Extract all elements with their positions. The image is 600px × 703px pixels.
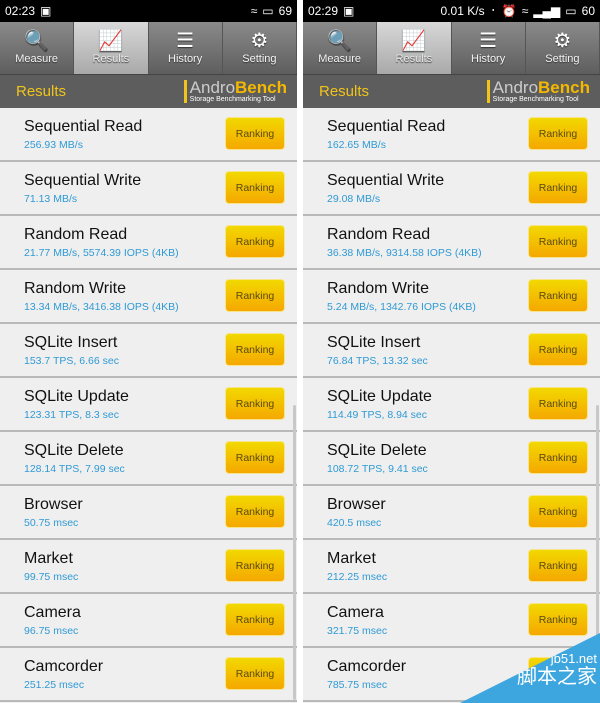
ranking-button[interactable]: Ranking	[528, 387, 588, 420]
tab-label: History	[168, 53, 203, 65]
page-title: Results	[16, 83, 67, 100]
tab-label: Results	[395, 53, 433, 65]
list-item: Sequential Read 162.65 MB/s Ranking	[303, 108, 600, 162]
tab-label: Setting	[545, 53, 580, 65]
list-item: Market 212.25 msec Ranking	[303, 540, 600, 594]
ranking-button[interactable]: Ranking	[528, 171, 588, 204]
ranking-button[interactable]: Ranking	[528, 549, 588, 582]
battery-icon: ▭	[262, 4, 274, 18]
tab-setting[interactable]: ⚙ Setting	[526, 22, 600, 74]
list-item: SQLite Insert 153.7 TPS, 6.66 sec Rankin…	[0, 324, 297, 378]
ranking-button[interactable]: Ranking	[528, 225, 588, 258]
ranking-button[interactable]: Ranking	[225, 225, 285, 258]
list-icon: ☰	[176, 30, 195, 52]
list-item: SQLite Update 114.49 TPS, 8.94 sec Ranki…	[303, 378, 600, 432]
results-header: Results AndroBench Storage Benchmarking T…	[303, 75, 600, 108]
list-item: Sequential Write 29.08 MB/s Ranking	[303, 162, 600, 216]
ranking-button[interactable]: Ranking	[528, 117, 588, 150]
list-icon: ☰	[479, 30, 498, 52]
ranking-button[interactable]: Ranking	[528, 495, 588, 528]
alarm-icon: ⏰	[501, 4, 517, 18]
ranking-button[interactable]: Ranking	[225, 441, 285, 474]
list-item: SQLite Delete 128.14 TPS, 7.99 sec Ranki…	[0, 432, 297, 486]
clock: 02:23	[5, 4, 36, 18]
ranking-button[interactable]: Ranking	[528, 333, 588, 366]
list-item: Market 99.75 msec Ranking	[0, 540, 297, 594]
status-bar: 02:29 ▣ 0.01 K/s ᛫ ⏰ ≈ ▂▄▆ ▭ 60	[303, 0, 600, 22]
ranking-button[interactable]: Ranking	[528, 441, 588, 474]
tab-measure[interactable]: 🔍 Measure	[303, 22, 378, 74]
androbench-logo: AndroBench Storage Benchmarking Tool	[183, 79, 287, 103]
tab-label: Measure	[318, 53, 362, 65]
tab-setting[interactable]: ⚙ Setting	[223, 22, 297, 74]
phone-screen-left: 02:23 ▣ ≈ ▭ 69 🔍 Measure 📈 Results ☰ History ⚙ Set…	[0, 0, 297, 703]
wifi-icon: ≈	[521, 4, 529, 18]
list-item: Sequential Read 256.93 MB/s Ranking	[0, 108, 297, 162]
signal-icon: ▂▄▆	[533, 4, 561, 18]
bluetooth-icon: ᛫	[489, 4, 497, 18]
tab-bar: 🔍 Measure 📈 Results ☰ History ⚙ Setting	[303, 22, 600, 75]
ranking-button[interactable]: Ranking	[225, 279, 285, 312]
tab-label: History	[471, 53, 506, 65]
results-header: Results AndroBench Storage Benchmarking T…	[0, 75, 297, 108]
tab-label: Results	[92, 53, 130, 65]
network-speed: 0.01 K/s	[440, 4, 485, 18]
results-list: Sequential Read 256.93 MB/s Ranking Sequ…	[0, 108, 297, 702]
list-item: Sequential Write 71.13 MB/s Ranking	[0, 162, 297, 216]
list-item: SQLite Insert 76.84 TPS, 13.32 sec Ranki…	[303, 324, 600, 378]
tab-results[interactable]: 📈 Results	[377, 22, 452, 74]
tab-measure[interactable]: 🔍 Measure	[0, 22, 75, 74]
list-item: Random Read 21.77 MB/s, 5574.39 IOPS (4K…	[0, 216, 297, 270]
chart-icon: 📈	[98, 30, 124, 52]
wifi-icon: ≈	[250, 4, 258, 18]
list-item: Browser 50.75 msec Ranking	[0, 486, 297, 540]
ranking-button[interactable]: Ranking	[225, 171, 285, 204]
list-item: SQLite Delete 108.72 TPS, 9.41 sec Ranki…	[303, 432, 600, 486]
androbench-logo: AndroBench Storage Benchmarking Tool	[486, 79, 590, 103]
tab-label: Measure	[15, 53, 59, 65]
list-item: Browser 420.5 msec Ranking	[303, 486, 600, 540]
chart-icon: 📈	[401, 30, 427, 52]
search-icon: 🔍	[24, 30, 50, 52]
list-item: Random Read 36.38 MB/s, 9314.58 IOPS (4K…	[303, 216, 600, 270]
ranking-button[interactable]: Ranking	[528, 279, 588, 312]
list-item: SQLite Update 123.31 TPS, 8.3 sec Rankin…	[0, 378, 297, 432]
battery-icon: ▭	[565, 4, 577, 18]
list-item: Camera 321.75 msec Ranking	[303, 594, 600, 648]
battery-level: 69	[278, 4, 292, 18]
tab-history[interactable]: ☰ History	[149, 22, 223, 74]
tab-label: Setting	[242, 53, 277, 65]
ranking-button[interactable]: Ranking	[225, 495, 285, 528]
gear-icon: ⚙	[553, 30, 572, 52]
tab-results[interactable]: 📈 Results	[74, 22, 149, 74]
results-list: Sequential Read 162.65 MB/s Ranking Sequ…	[303, 108, 600, 702]
list-item: Random Write 13.34 MB/s, 3416.38 IOPS (4…	[0, 270, 297, 324]
image-icon: ▣	[343, 4, 355, 18]
search-icon: 🔍	[327, 30, 353, 52]
phone-screen-right: 02:29 ▣ 0.01 K/s ᛫ ⏰ ≈ ▂▄▆ ▭ 60 🔍 Measure 📈 Result…	[303, 0, 600, 703]
ranking-button[interactable]: Ranking	[225, 657, 285, 690]
scrollbar[interactable]	[293, 405, 296, 700]
ranking-button[interactable]: Ranking	[225, 333, 285, 366]
list-item: Camera 96.75 msec Ranking	[0, 594, 297, 648]
ranking-button[interactable]: Ranking	[225, 549, 285, 582]
page-title: Results	[319, 83, 370, 100]
gear-icon: ⚙	[250, 30, 269, 52]
list-item: Random Write 5.24 MB/s, 1342.76 IOPS (4K…	[303, 270, 600, 324]
tab-bar: 🔍 Measure 📈 Results ☰ History ⚙ Setting	[0, 22, 297, 75]
image-icon: ▣	[40, 4, 52, 18]
clock: 02:29	[308, 4, 339, 18]
ranking-button[interactable]: Ranking	[528, 603, 588, 636]
ranking-button[interactable]: Ranking	[225, 603, 285, 636]
list-item: Camcorder 251.25 msec Ranking	[0, 648, 297, 702]
status-bar: 02:23 ▣ ≈ ▭ 69	[0, 0, 297, 22]
battery-level: 60	[581, 4, 595, 18]
ranking-button[interactable]: Ranking	[225, 387, 285, 420]
tab-history[interactable]: ☰ History	[452, 22, 526, 74]
ranking-button[interactable]: Ranking	[225, 117, 285, 150]
